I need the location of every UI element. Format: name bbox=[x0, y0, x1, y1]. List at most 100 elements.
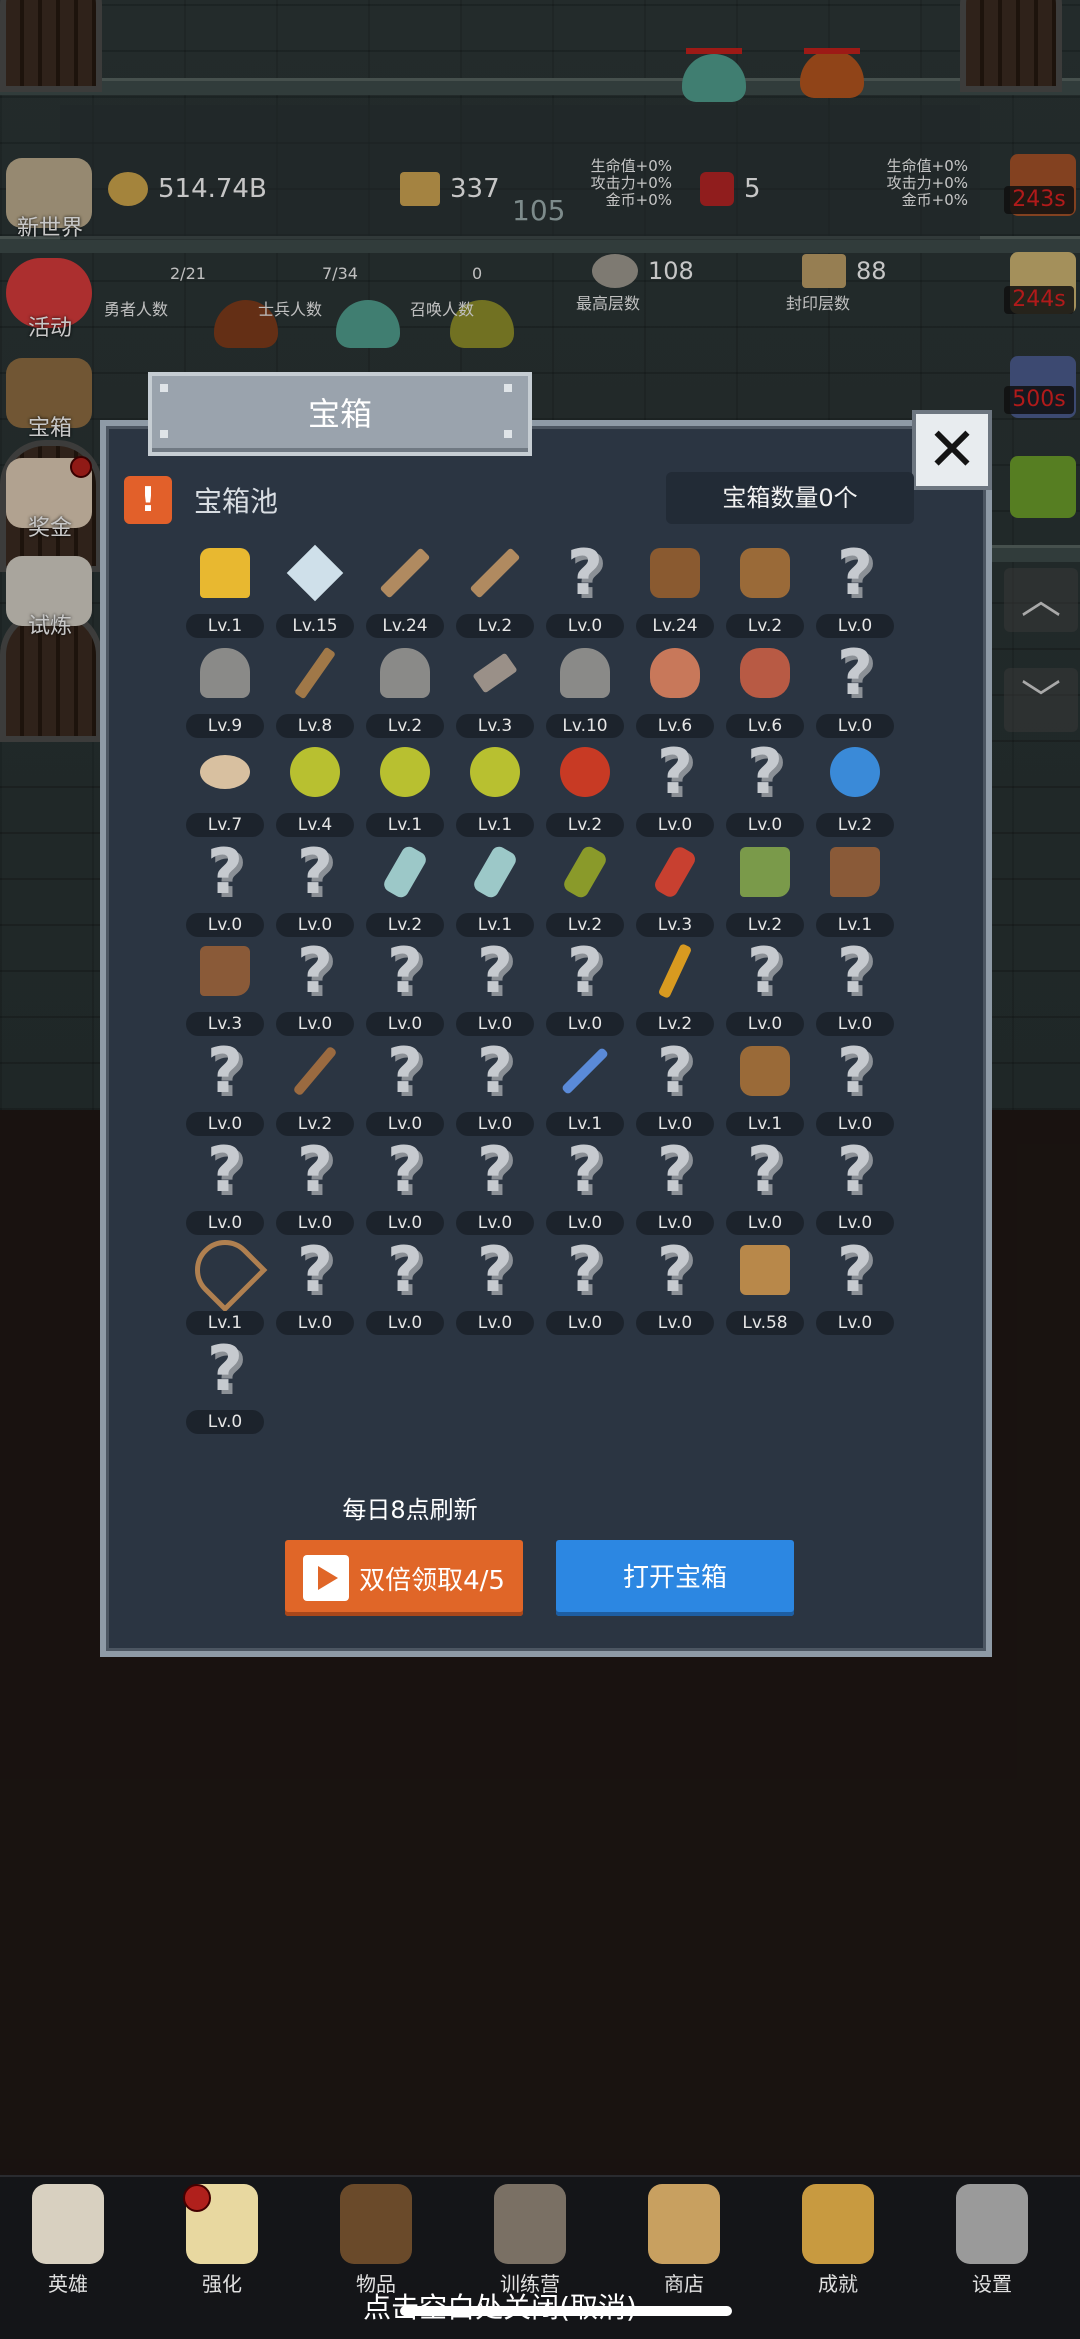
chest-item[interactable]: ? Lv.0 bbox=[180, 1039, 270, 1140]
nav-item[interactable]: 设置 bbox=[932, 2180, 1052, 2296]
unknown-item-icon: ? bbox=[194, 1039, 256, 1102]
chest-item[interactable]: Lv.3 bbox=[180, 940, 270, 1040]
chest-item[interactable]: ? Lv.0 bbox=[810, 641, 900, 742]
chest-item[interactable]: ? Lv.0 bbox=[180, 1338, 270, 1438]
chest-item[interactable]: ? Lv.0 bbox=[630, 1039, 720, 1140]
chest-item[interactable]: Lv.2 bbox=[720, 841, 810, 941]
chest-item[interactable]: ? Lv.0 bbox=[180, 1139, 270, 1239]
chest-item[interactable]: Lv.24 bbox=[630, 542, 720, 642]
item-level: Lv.7 bbox=[186, 813, 264, 837]
torch-icon bbox=[644, 940, 706, 1002]
chest-item[interactable]: ? Lv.0 bbox=[450, 1139, 540, 1239]
chest-item[interactable]: Lv.8 bbox=[270, 642, 360, 742]
chest-item[interactable]: ? Lv.0 bbox=[360, 940, 450, 1040]
chest-item[interactable]: Lv.2 bbox=[720, 542, 810, 642]
chest-item[interactable]: ? Lv.0 bbox=[360, 1238, 450, 1339]
chest-item[interactable]: ? Lv.0 bbox=[450, 1039, 540, 1140]
bottle-red-icon bbox=[652, 843, 698, 900]
chest-item[interactable]: ? Lv.0 bbox=[630, 741, 720, 841]
item-level: Lv.0 bbox=[636, 1310, 714, 1335]
chest-item[interactable]: Lv.1 bbox=[540, 1040, 630, 1140]
chest-item[interactable]: ? Lv.0 bbox=[360, 1139, 450, 1239]
chest-item[interactable]: ? Lv.0 bbox=[810, 542, 900, 642]
chest-item[interactable]: ? Lv.0 bbox=[630, 1238, 720, 1339]
nav-item[interactable]: 物品 bbox=[316, 2180, 436, 2296]
chest-item[interactable]: Lv.10 bbox=[540, 642, 630, 742]
potion-blue-icon bbox=[830, 747, 880, 797]
chest-item[interactable]: ? Lv.0 bbox=[720, 741, 810, 841]
chest-count: 宝箱数量0个 bbox=[666, 472, 914, 524]
close-button[interactable]: ✕ bbox=[912, 410, 992, 490]
chest-item[interactable]: Lv.7 bbox=[180, 741, 270, 841]
chest-item[interactable]: Lv.9 bbox=[180, 642, 270, 742]
chest-item[interactable]: ? Lv.0 bbox=[720, 1139, 810, 1239]
chest-item[interactable]: ? Lv.0 bbox=[810, 940, 900, 1040]
item-level: Lv.2 bbox=[816, 813, 894, 837]
chest-item[interactable]: Lv.2 bbox=[270, 1040, 360, 1140]
open-chest-button[interactable]: 打开宝箱 bbox=[556, 1540, 794, 1616]
staff-icon bbox=[284, 1040, 346, 1102]
chest-item[interactable]: Lv.15 bbox=[270, 542, 360, 642]
chest-item[interactable]: ? Lv.0 bbox=[810, 1139, 900, 1239]
chest-item[interactable]: ? Lv.0 bbox=[270, 1139, 360, 1239]
item-level: Lv.0 bbox=[366, 1310, 444, 1335]
chest-item[interactable]: ? Lv.0 bbox=[540, 1238, 630, 1339]
dagger-icon bbox=[294, 646, 336, 699]
chest-item[interactable]: ? Lv.0 bbox=[810, 1039, 900, 1140]
chest-item[interactable]: Lv.1 bbox=[450, 841, 540, 941]
nav-item[interactable]: 商店 bbox=[624, 2180, 744, 2296]
chest-item[interactable]: ? Lv.0 bbox=[630, 1139, 720, 1239]
item-level: Lv.0 bbox=[366, 1012, 444, 1036]
chest-item[interactable]: ? Lv.0 bbox=[450, 940, 540, 1040]
chest-item[interactable]: Lv.3 bbox=[630, 841, 720, 941]
chest-item[interactable]: Lv.58 bbox=[720, 1239, 810, 1339]
question-mark-icon: ? bbox=[387, 1133, 423, 1206]
nav-label: 英雄 bbox=[48, 2272, 88, 2296]
chest-item[interactable]: Lv.1 bbox=[720, 1040, 810, 1140]
chest-item[interactable]: ? Lv.0 bbox=[270, 840, 360, 941]
chest-item[interactable]: Lv.2 bbox=[450, 542, 540, 642]
unknown-item-icon: ? bbox=[284, 1139, 346, 1201]
chest-item[interactable]: Lv.24 bbox=[360, 542, 450, 642]
staff-icon bbox=[292, 1045, 338, 1096]
nav-item[interactable]: 英雄 bbox=[8, 2180, 128, 2296]
chest-item[interactable]: ? Lv.0 bbox=[270, 940, 360, 1040]
chest-item[interactable]: Lv.1 bbox=[180, 542, 270, 642]
question-mark-icon: ? bbox=[837, 1133, 873, 1206]
nav-item[interactable]: 成就 bbox=[778, 2180, 898, 2296]
chest-item[interactable]: Lv.2 bbox=[360, 841, 450, 941]
chest-item[interactable]: Lv.4 bbox=[270, 741, 360, 841]
chest-item[interactable]: Lv.1 bbox=[450, 741, 540, 841]
chest-item[interactable]: ? Lv.0 bbox=[540, 542, 630, 642]
helmet-icon bbox=[200, 647, 250, 698]
armor-icon bbox=[644, 542, 706, 604]
nav-item[interactable]: 强化 bbox=[162, 2180, 282, 2296]
chest-item[interactable]: ? Lv.0 bbox=[720, 940, 810, 1040]
nav-item[interactable]: 训练营 bbox=[470, 2180, 590, 2296]
chest-item[interactable]: Lv.1 bbox=[360, 741, 450, 841]
chest-item[interactable]: Lv.6 bbox=[720, 642, 810, 742]
chest-item[interactable]: Lv.2 bbox=[630, 940, 720, 1040]
chest-item[interactable]: Lv.2 bbox=[810, 741, 900, 841]
chest-item[interactable]: Lv.2 bbox=[360, 642, 450, 742]
chest-item[interactable]: ? Lv.0 bbox=[810, 1238, 900, 1339]
chest-item[interactable]: Lv.3 bbox=[450, 642, 540, 742]
chest-item[interactable]: ? Lv.0 bbox=[540, 1139, 630, 1239]
chest-item[interactable]: ? Lv.0 bbox=[270, 1238, 360, 1339]
rivet bbox=[504, 430, 512, 438]
chest-item[interactable]: ? Lv.0 bbox=[180, 840, 270, 941]
chest-item[interactable]: Lv.2 bbox=[540, 741, 630, 841]
chest-item[interactable]: ? Lv.0 bbox=[540, 940, 630, 1040]
chest-item[interactable]: Lv.2 bbox=[540, 841, 630, 941]
chest-item[interactable]: Lv.6 bbox=[630, 642, 720, 742]
double-claim-button[interactable]: 双倍领取4/5 bbox=[285, 1540, 523, 1616]
unknown-item-icon: ? bbox=[464, 1139, 526, 1201]
question-mark-icon: ? bbox=[657, 735, 693, 808]
item-level: Lv.6 bbox=[726, 713, 804, 738]
chest-item[interactable]: Lv.1 bbox=[180, 1227, 270, 1339]
chest-item[interactable]: ? Lv.0 bbox=[360, 1039, 450, 1140]
chest-item[interactable]: Lv.1 bbox=[810, 841, 900, 941]
bottle-green-icon bbox=[554, 841, 616, 903]
chest-item[interactable]: ? Lv.0 bbox=[450, 1238, 540, 1339]
item-level: Lv.0 bbox=[456, 1111, 534, 1136]
